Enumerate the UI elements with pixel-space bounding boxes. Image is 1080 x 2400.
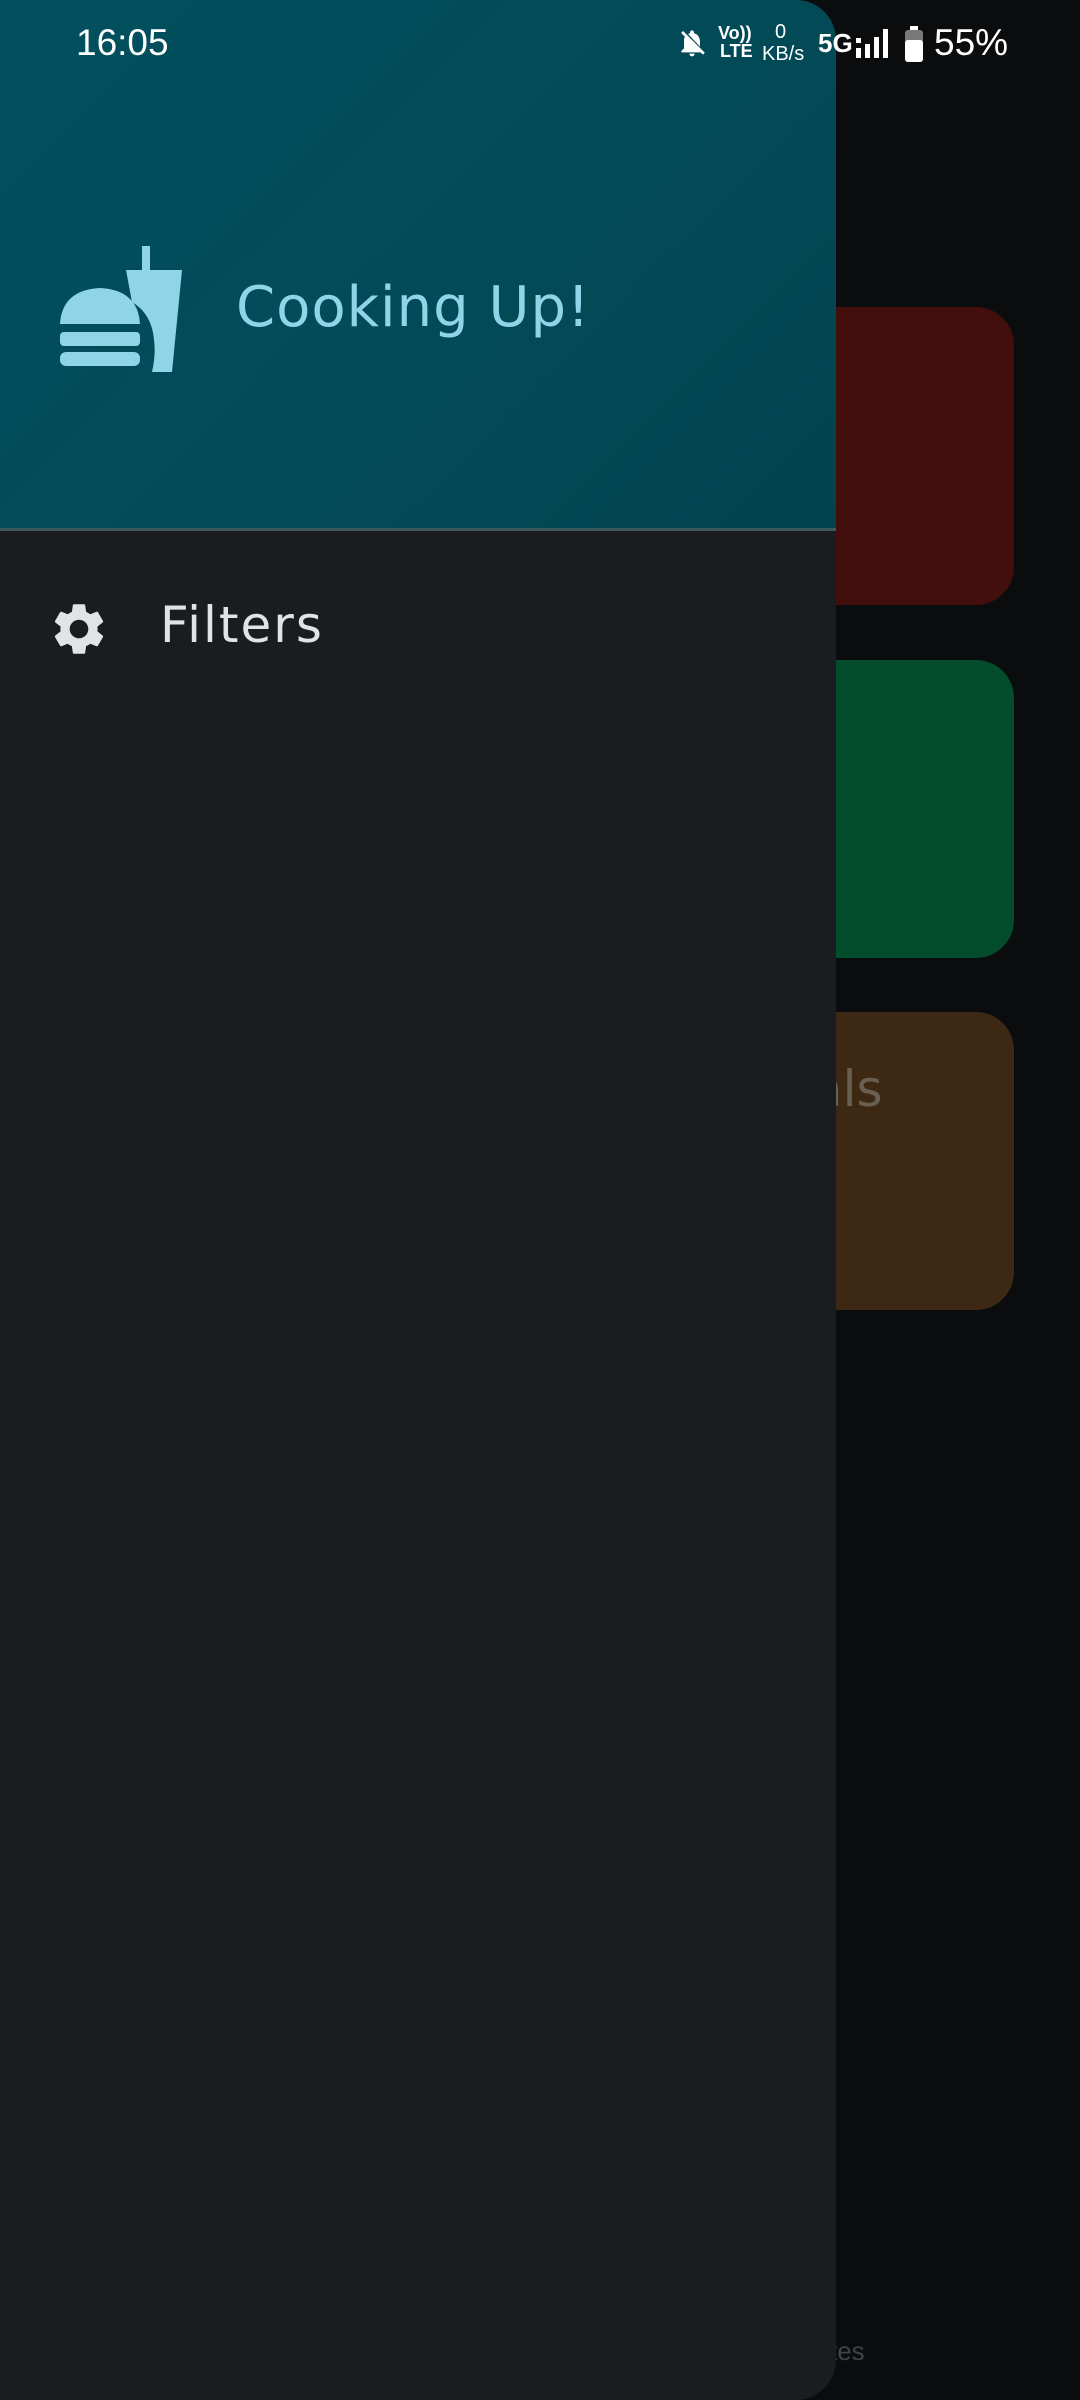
fastfood-icon: [60, 246, 182, 372]
gear-icon: [54, 604, 104, 654]
navigation-drawer: Cooking Up! Filters: [0, 0, 836, 2400]
app-title: Cooking Up!: [236, 275, 591, 340]
drawer-item-filters[interactable]: Filters: [0, 570, 836, 690]
signal-icon: [856, 29, 888, 58]
drawer-item-label: Filters: [160, 596, 324, 654]
status-time: 16:05: [76, 22, 169, 63]
speed-value: 0: [775, 21, 787, 43]
volte-label-top: Vo)): [718, 23, 752, 43]
status-bar: 16:05 Vo)) LTE 0 KB/s 5G 55%: [0, 0, 1080, 90]
battery-icon: [905, 26, 923, 62]
bell-off-icon: [681, 30, 705, 57]
network-type: 5G: [818, 28, 853, 58]
battery-percent: 55%: [934, 22, 1009, 63]
speed-unit: KB/s: [762, 43, 805, 65]
volte-label-bottom: LTE: [720, 41, 753, 61]
